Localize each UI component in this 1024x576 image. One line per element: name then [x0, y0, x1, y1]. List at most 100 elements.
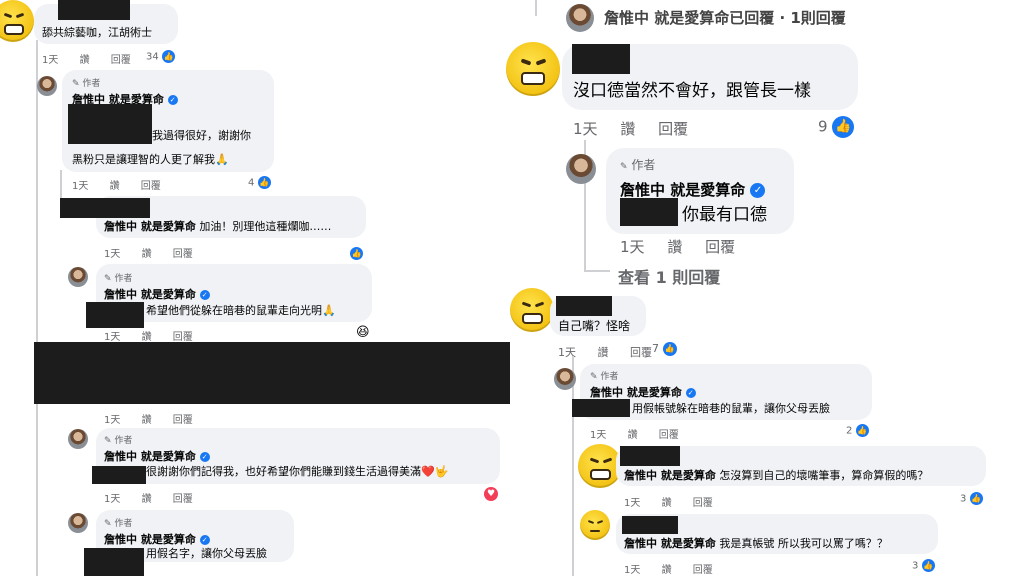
comment-text: 怎沒算到自己的壞嘴筆事，算命算假的嗎？ — [719, 469, 929, 482]
verified-check-icon: ✓ — [167, 95, 178, 105]
author-label: 作者 — [631, 158, 656, 172]
verified-check-icon: ✓ — [199, 290, 210, 300]
reply-text: 詹惟中 就是愛算命 我是真帳號 所以我可以罵了嗎？？ — [624, 535, 888, 551]
heart-reaction-icon: ♥ — [484, 487, 498, 501]
like-count: 3 👍 — [960, 492, 983, 505]
redacted-mention — [92, 466, 146, 484]
reply-link[interactable]: 回覆 — [705, 238, 735, 256]
thumbs-up-icon: 👍 — [161, 50, 175, 63]
verified-check-icon: ✓ — [750, 183, 766, 198]
like-count-value: 9 — [818, 117, 828, 136]
commenter-name[interactable]: 詹惟中 就是愛算命 ✓ — [590, 384, 696, 400]
reply-link[interactable]: 回覆 — [658, 120, 688, 138]
reply-link[interactable]: 回覆 — [173, 494, 193, 505]
redacted-name — [58, 0, 130, 20]
reply-text: 希望他們從躲在暗巷的鼠輩走向光明🙏 — [146, 304, 336, 317]
timestamp: 1天 — [624, 565, 641, 576]
author-badge: ✎ 作者 — [104, 516, 132, 529]
author-badge: ✎ 作者 — [620, 156, 655, 173]
like-link[interactable]: 讚 — [598, 346, 609, 359]
reply-actions: 1天 讚 回覆 — [104, 328, 211, 343]
like-link[interactable]: 讚 — [80, 55, 90, 66]
reply-text: 詹惟中 就是愛算命 怎沒算到自己的壞嘴筆事，算命算假的嗎？ — [624, 467, 928, 483]
reply-link[interactable]: 回覆 — [111, 55, 131, 66]
reply-actions: 1天 讚 回覆 — [104, 411, 211, 426]
pencil-icon: ✎ — [620, 162, 628, 172]
thumbs-up-icon: 👍 — [662, 342, 677, 356]
name-text: 詹惟中 就是愛算命 — [104, 288, 196, 301]
commenter-name[interactable]: 詹惟中 就是愛算命 ✓ — [104, 286, 210, 302]
author-badge: ✎ 作者 — [590, 369, 618, 382]
reply-actions: 1天 讚 回覆 — [72, 177, 179, 192]
reply-link[interactable]: 回覆 — [173, 249, 193, 260]
thread-line — [535, 0, 537, 16]
reply-link[interactable]: 回覆 — [659, 430, 679, 441]
like-link[interactable]: 讚 — [142, 494, 152, 505]
timestamp: 1天 — [42, 55, 59, 66]
like-link[interactable]: 讚 — [142, 415, 152, 426]
like-count-value: 2 — [846, 425, 853, 437]
avatar[interactable] — [68, 429, 88, 449]
avatar[interactable] — [68, 513, 88, 533]
reply-text: 詹惟中 就是愛算命 加油！別理他這種爛咖…… — [104, 218, 331, 234]
redacted-name — [622, 516, 678, 534]
reply-link[interactable]: 回覆 — [630, 346, 652, 359]
comment-actions: 1天 讚 回覆 — [573, 118, 706, 139]
commenter-name[interactable]: 詹惟中 就是愛算命 — [624, 469, 716, 482]
like-link[interactable]: 讚 — [110, 181, 120, 192]
like-count: 4 👍 — [248, 176, 271, 189]
commenter-name[interactable]: 詹惟中 就是愛算命 ✓ — [620, 179, 766, 200]
reply-link[interactable]: 回覆 — [693, 498, 713, 509]
timestamp: 1天 — [72, 181, 89, 192]
timestamp: 1天 — [573, 120, 598, 138]
like-count: 2 👍 — [846, 424, 869, 437]
reply-text-line-2: 黑粉只是讓理智的人更了解我🙏 — [72, 153, 229, 166]
reply-actions: 1天 讚 回覆 — [620, 236, 753, 257]
like-link[interactable]: 讚 — [662, 565, 672, 576]
author-badge: ✎ 作者 — [104, 271, 132, 284]
pencil-icon: ✎ — [104, 436, 112, 446]
reply-text: 用假名字，讓你父母丟臉 — [146, 547, 267, 560]
comment-text: 自己嘴？怪啥 — [558, 319, 631, 333]
thumbs-up-icon: 👍 — [350, 247, 363, 260]
like-link[interactable]: 讚 — [628, 430, 638, 441]
angry-grin-emoji-icon — [0, 0, 34, 42]
timestamp: 1天 — [624, 498, 641, 509]
like-link[interactable]: 讚 — [667, 238, 682, 256]
comment-text: 我是真帳號 所以我可以罵了嗎？？ — [719, 537, 888, 550]
commenter-name[interactable]: 詹惟中 就是愛算命 ✓ — [104, 448, 210, 464]
replied-header[interactable]: 詹惟中 就是愛算命已回覆 · 1則回覆 — [604, 7, 846, 28]
name-text: 詹惟中 就是愛算命 — [590, 386, 682, 399]
timestamp: 1天 — [590, 430, 607, 441]
avatar[interactable] — [554, 368, 576, 390]
like-link[interactable]: 讚 — [142, 249, 152, 260]
author-label: 作者 — [114, 436, 133, 446]
commenter-name[interactable]: 詹惟中 就是愛算命 — [104, 220, 196, 233]
like-link[interactable]: 讚 — [662, 498, 672, 509]
avatar[interactable] — [37, 76, 57, 96]
pencil-icon: ✎ — [72, 79, 80, 89]
reply-text: 用假帳號躲在暗巷的鼠輩，讓你父母丟臉 — [632, 402, 830, 415]
author-label: 作者 — [82, 79, 101, 89]
thumbs-up-icon: 👍 — [257, 176, 271, 189]
avatar[interactable] — [566, 154, 596, 184]
like-count-value: 3 — [960, 493, 967, 505]
thumbs-up-icon: 👍 — [855, 424, 869, 437]
commenter-name[interactable]: 詹惟中 就是愛算命 — [624, 537, 716, 550]
reply-text: 你最有口德 — [682, 205, 767, 225]
redacted-name — [60, 198, 150, 218]
view-more-replies-link[interactable]: 查看 1 則回覆 — [618, 264, 720, 288]
reply-link[interactable]: 回覆 — [141, 181, 161, 192]
pencil-icon: ✎ — [104, 274, 112, 284]
avatar[interactable] — [68, 267, 88, 287]
like-count: 3 👍 — [912, 559, 935, 572]
reply-link[interactable]: 回覆 — [173, 415, 193, 426]
author-label: 作者 — [114, 274, 133, 284]
reply-link[interactable]: 回覆 — [693, 565, 713, 576]
pencil-icon: ✎ — [104, 519, 112, 529]
like-link[interactable]: 讚 — [620, 120, 635, 138]
reply-actions: 1天 讚 回覆 — [104, 245, 211, 260]
thread-connector — [584, 270, 610, 272]
redacted-block — [34, 342, 510, 404]
avatar[interactable] — [566, 4, 594, 32]
